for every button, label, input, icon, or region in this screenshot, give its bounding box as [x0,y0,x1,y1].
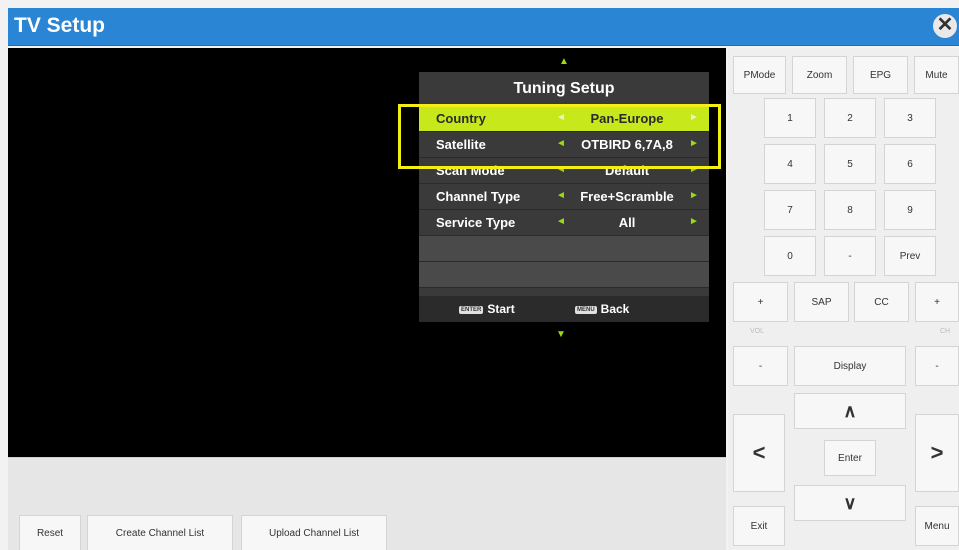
window-title: TV Setup [14,14,106,37]
digit-5-button[interactable]: 5 [824,144,876,184]
row-label: Channel Type [436,189,521,204]
tv-setup-window: TV Setup ✕ ▲ Tuning Setup Country ◄ Pan-… [0,0,959,550]
right-arrow-icon: ► [689,190,699,201]
start-hint: ENTER Start [459,302,515,316]
bottom-bar: Reset Create Channel List Upload Channel… [8,457,726,550]
menu-footer: ENTER Start MENU Back [419,296,709,322]
digit-0-button[interactable]: 0 [764,236,816,276]
close-icon[interactable]: ✕ [933,14,957,38]
menu-key-icon: MENU [575,305,597,314]
down-arrow-button[interactable]: ∨ [794,485,906,521]
exit-button[interactable]: Exit [733,506,785,546]
menu-up-arrow-icon: ▲ [559,56,569,67]
left-arrow-icon: ◄ [556,216,566,227]
volume-down-button[interactable]: - [733,346,788,386]
row-value: Free+Scramble [580,189,674,204]
digit-3-button[interactable]: 3 [884,98,936,138]
up-arrow-button[interactable]: ∧ [794,393,906,429]
reset-button[interactable]: Reset [19,515,81,550]
menu-button[interactable]: Menu [915,506,959,546]
cc-button[interactable]: CC [854,282,909,322]
digit-2-button[interactable]: 2 [824,98,876,138]
vol-label: VOL [750,328,765,335]
display-button[interactable]: Display [794,346,906,386]
back-label: Back [600,302,630,316]
remote-panel: PMode Zoom EPG Mute 1 2 3 4 5 6 7 8 9 0 … [728,48,959,550]
digit-4-button[interactable]: 4 [764,144,816,184]
mute-button[interactable]: Mute [914,56,959,94]
digit-9-button[interactable]: 9 [884,190,936,230]
channel-down-button[interactable]: - [915,346,959,386]
menu-row-service-type[interactable]: Service Type ◄ All ► [419,210,709,236]
left-arrow-icon: ◄ [556,190,566,201]
zoom-button[interactable]: Zoom [792,56,847,94]
digit-8-button[interactable]: 8 [824,190,876,230]
menu-title: Tuning Setup [513,80,615,97]
digit-1-button[interactable]: 1 [764,98,816,138]
menu-row-empty [419,236,709,262]
create-channel-list-button[interactable]: Create Channel List [87,515,233,550]
epg-button[interactable]: EPG [853,56,908,94]
left-arrow-button[interactable]: < [733,414,785,492]
ch-label: CH [940,328,951,335]
menu-row-channel-type[interactable]: Channel Type ◄ Free+Scramble ► [419,184,709,210]
enter-button[interactable]: Enter [824,440,876,476]
pmode-button[interactable]: PMode [733,56,786,94]
right-arrow-button[interactable]: > [915,414,959,492]
right-arrow-icon: ► [689,216,699,227]
channel-up-button[interactable]: + [915,282,959,322]
upload-channel-list-button[interactable]: Upload Channel List [241,515,387,550]
dash-button[interactable]: - [824,236,876,276]
row-value: All [618,215,636,230]
menu-down-arrow-icon: ▼ [556,329,566,340]
prev-button[interactable]: Prev [884,236,936,276]
digit-6-button[interactable]: 6 [884,144,936,184]
volume-up-button[interactable]: + [733,282,788,322]
start-label: Start [487,302,515,316]
title-bar: TV Setup ✕ [8,8,959,46]
enter-key-icon: ENTER [459,305,484,314]
row-label: Service Type [436,215,516,230]
callout-highlight-box [398,104,721,169]
digit-7-button[interactable]: 7 [764,190,816,230]
back-hint: MENU Back [575,302,629,316]
menu-row-empty [419,262,709,288]
sap-button[interactable]: SAP [794,282,849,322]
